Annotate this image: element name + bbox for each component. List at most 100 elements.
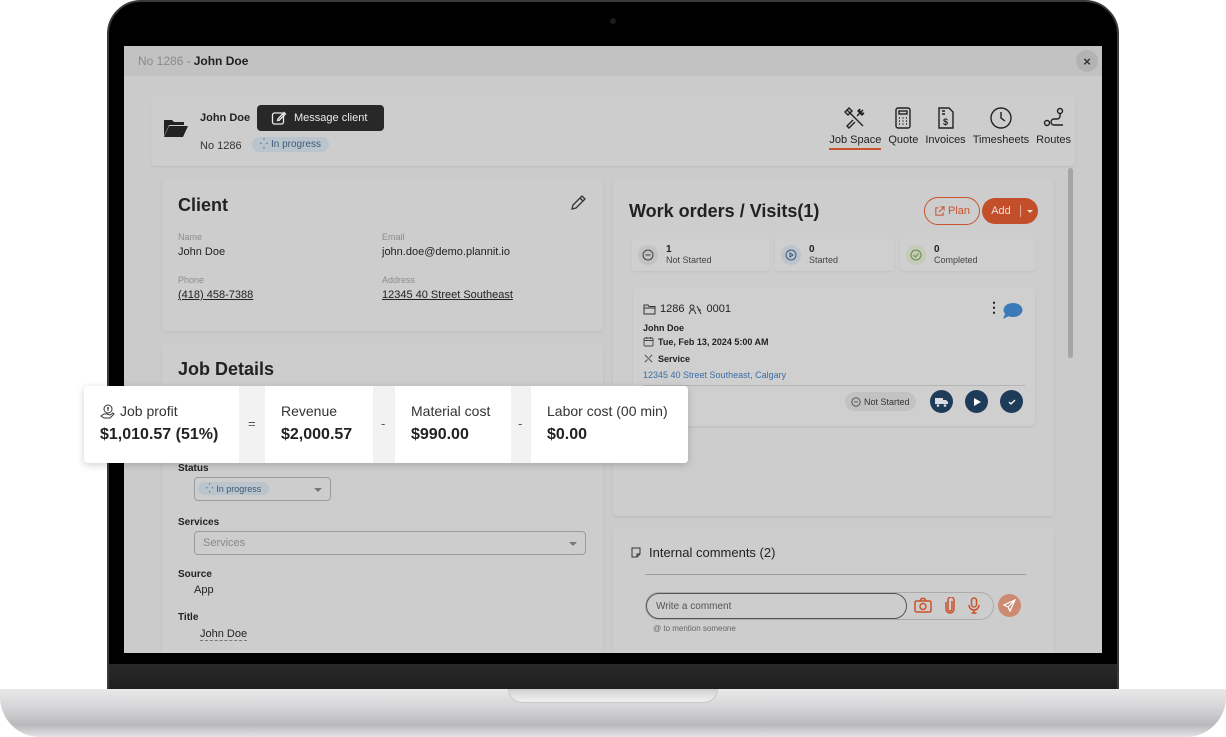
play-icon [973,397,981,406]
page-scrollbar[interactable] [1068,168,1073,358]
stat-label: Started [809,254,839,265]
revenue-box: Revenue $2,000.57 [265,386,373,463]
minus-circle-icon [638,244,658,265]
nav-routes[interactable]: Routes [1036,106,1071,150]
message-client-label: Message client [294,112,368,124]
revenue-label: Revenue [281,403,338,419]
equals-operator: = [248,416,256,431]
visit-address-link[interactable]: 12345 40 Street Southeast, Calgary [643,370,786,380]
status-select[interactable]: ⁛ In progress [194,477,331,501]
route-icon [1043,107,1063,127]
phone-link[interactable]: (418) 458-7388 [178,289,253,301]
microphone-icon[interactable] [968,597,980,614]
add-label: Add [982,205,1021,217]
plan-label: Plan [947,205,971,217]
chevron-down-icon [569,542,577,546]
title-value[interactable]: John Doe [200,628,248,641]
visit-number: 0001 [706,303,731,315]
comments-title: Internal comments (2) [649,545,776,560]
material-cost-label: Material cost [411,403,491,419]
stat-label: Not Started [666,254,712,265]
add-dropdown-toggle[interactable] [1021,209,1038,213]
send-button[interactable] [998,594,1021,617]
composer-actions [914,597,980,614]
window-titlebar: No 1286 - John Doe × [124,46,1102,76]
mention-hint: @ to mention someone [653,624,736,633]
plan-button[interactable]: Plan [924,197,980,225]
nav-quote[interactable]: Quote [888,106,918,150]
stat-not-started[interactable]: 1 Not Started [632,238,770,271]
close-icon: × [1083,53,1091,69]
address-link[interactable]: 12345 40 Street Southeast [382,289,513,301]
visit-divider [643,385,1025,386]
window-title-name: John Doe [193,54,249,68]
status-badge-label: In progress [270,139,322,150]
minus-operator: - [381,416,386,431]
play-circle-icon [781,244,801,265]
money-hand-icon [100,404,115,418]
stat-completed[interactable]: 0 Completed [900,238,1035,271]
camera [610,18,616,24]
worker-icon [689,304,702,314]
add-button[interactable]: Add [982,198,1038,224]
source-label: Source [178,569,212,580]
start-button[interactable] [965,390,988,413]
address-label: Address [382,275,416,285]
minus-circle-icon [851,396,861,407]
stat-label: Completed [934,254,978,265]
phone-label: Phone [178,275,205,285]
paperclip-icon[interactable] [944,597,956,614]
tools-icon [644,354,653,363]
chevron-down-icon [1026,209,1033,213]
comment-composer: Write a comment [645,592,994,620]
visit-datetime: Tue, Feb 13, 2024 5:00 AM [658,336,769,347]
visit-client: John Doe [643,323,685,333]
complete-button[interactable] [1000,390,1023,413]
message-client-button[interactable]: Message client [257,105,384,131]
status-label: Status [178,463,209,474]
spinner-icon: ⁛ [260,139,268,150]
chat-bubble-icon[interactable] [1002,302,1023,319]
camera-icon[interactable] [914,597,932,614]
check-circle-icon [906,244,926,265]
visit-datetime-row: Tue, Feb 13, 2024 5:00 AM [643,336,769,347]
visit-status-label: Not Started [864,396,910,407]
clock-icon [990,107,1012,129]
note-icon [631,547,641,558]
tools-icon [844,107,865,129]
labor-cost-label: Labor cost (00 min) [547,403,668,419]
client-card: Client Name John Doe Email john.doe@demo… [162,178,603,331]
nav-job-space[interactable]: Job Space [829,106,882,150]
more-options-icon[interactable]: ⋮ [987,300,1001,314]
name-label: Name [178,232,203,242]
nav-label: Routes [1036,134,1071,146]
visit-service: Service [658,353,691,364]
material-cost-box: Material cost $990.00 [395,386,511,463]
comment-input[interactable]: Write a comment [646,593,907,619]
paper-plane-icon [1003,599,1016,612]
pencil-icon[interactable] [569,194,587,212]
laptop-notch [508,689,718,703]
job-profit-bar: Job profit $1,010.57 (51%) = Revenue $2,… [84,386,688,463]
client-name: John Doe [200,112,251,124]
external-link-icon [935,205,945,216]
nav-invoices[interactable]: $ Invoices [925,106,966,150]
email-label: Email [382,232,405,242]
stat-started[interactable]: 0 Started [775,238,894,271]
job-profit-box: Job profit $1,010.57 (51%) [84,386,239,463]
visit-job-no: 1286 [660,303,685,315]
status-badge: ⁛ In progress [252,137,330,152]
calendar-icon [643,337,654,347]
folder-open-icon [164,120,188,137]
services-select[interactable]: Services [194,531,586,555]
material-cost-value: $990.00 [411,426,469,443]
nav-label: Timesheets [972,134,1030,146]
nav-timesheets[interactable]: Timesheets [973,106,1029,150]
job-profit-heading: Job profit [100,403,178,419]
close-button[interactable]: × [1076,50,1098,72]
dispatch-button[interactable] [930,390,953,413]
visit-card[interactable]: 1286 0001 ⋮ John Doe Tue, Feb 13, 2024 5… [633,288,1035,426]
job-nav: Job Space Quote $ Invoices Timesheets Ro… [829,106,1071,150]
invoice-icon: $ [937,107,954,129]
edit-square-icon [271,111,287,125]
